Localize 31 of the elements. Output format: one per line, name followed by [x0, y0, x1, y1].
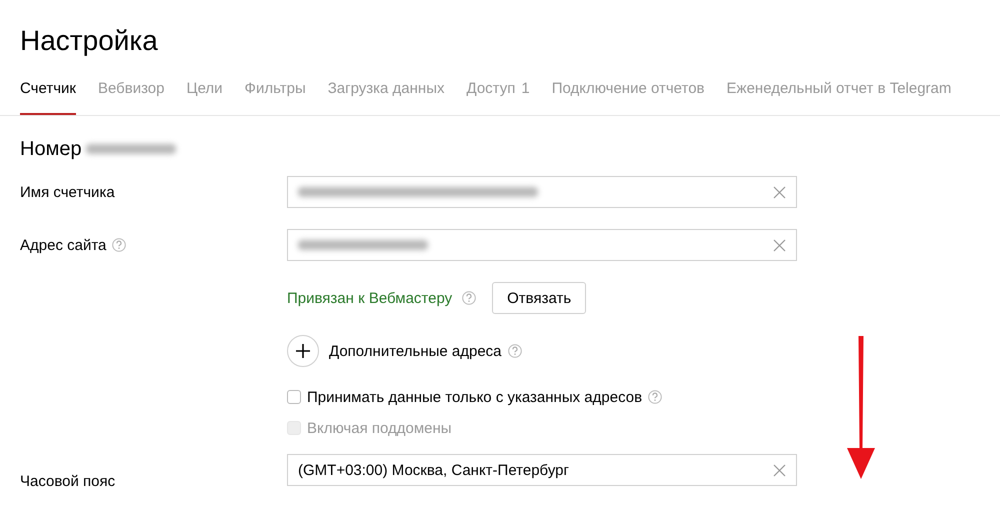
- checkbox[interactable]: [287, 390, 301, 404]
- checkbox-label: Принимать данные только с указанных адресов: [307, 388, 642, 406]
- input-field[interactable]: [287, 176, 797, 208]
- field-label: Часовой пояс: [20, 473, 116, 490]
- tab[interactable]: Подключение отчетов: [552, 74, 705, 115]
- help-icon[interactable]: [462, 291, 476, 305]
- tab[interactable]: Счетчик: [20, 74, 76, 115]
- help-icon[interactable]: [112, 238, 126, 252]
- counter-heading: Номер: [20, 138, 82, 160]
- timezone-field[interactable]: (GMT+03:00) Москва, Санкт-Петербург: [287, 454, 797, 486]
- plus-icon: [296, 344, 310, 358]
- tab[interactable]: Цели: [186, 74, 223, 115]
- unlink-button[interactable]: Отвязать: [492, 282, 586, 314]
- clear-icon[interactable]: [773, 186, 786, 198]
- help-icon[interactable]: [648, 390, 662, 404]
- tab[interactable]: Еженедельный отчет в Telegram: [726, 74, 952, 115]
- tab[interactable]: Фильтры: [244, 74, 306, 115]
- section-label: Дополнительные адреса: [329, 342, 502, 360]
- tab[interactable]: Вебвизор: [98, 74, 164, 115]
- clear-icon[interactable]: [773, 464, 786, 476]
- field-label: Адрес сайта: [20, 236, 106, 254]
- help-icon[interactable]: [508, 344, 522, 358]
- tab[interactable]: Загрузка данных: [328, 74, 444, 115]
- add-button[interactable]: [287, 335, 319, 367]
- clear-icon[interactable]: [773, 238, 786, 252]
- page-title: Настройка: [19, 24, 159, 58]
- tab[interactable]: Доступ 1: [466, 74, 530, 115]
- checkbox-label: Включая поддомены: [307, 420, 452, 436]
- input-field[interactable]: [287, 229, 797, 261]
- status-text: Привязан к Вебмастеру: [287, 290, 452, 306]
- field-label: Имя счетчика: [20, 184, 115, 200]
